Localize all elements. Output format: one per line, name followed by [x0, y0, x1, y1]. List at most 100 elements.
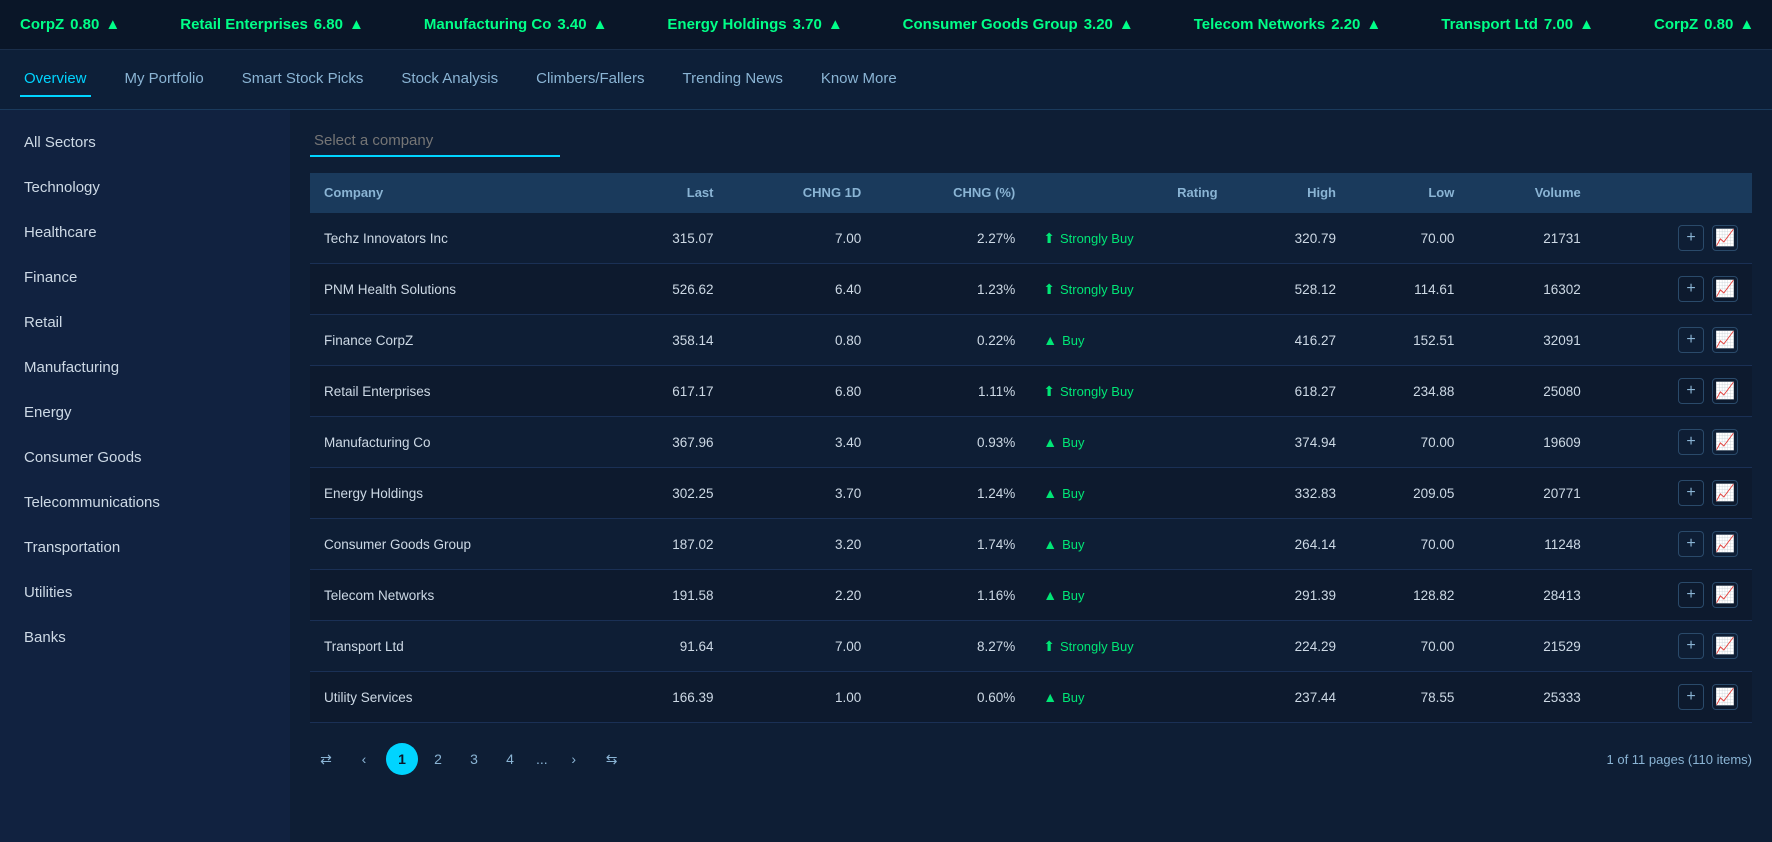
cell-company: Manufacturing Co [310, 417, 609, 468]
sidebar-item-energy[interactable]: Energy [0, 390, 290, 435]
ticker-value: 0.80 [70, 16, 99, 33]
sidebar-item-healthcare[interactable]: Healthcare [0, 210, 290, 255]
cell-high: 374.94 [1232, 417, 1350, 468]
rating-icon: ▲ [1043, 587, 1057, 603]
cell-actions: + 📈 [1595, 672, 1752, 723]
chart-button[interactable]: 📈 [1712, 429, 1738, 455]
cell-chng1d: 7.00 [728, 621, 876, 672]
ticker-arrow: ▲ [105, 16, 120, 33]
cell-last: 166.39 [609, 672, 727, 723]
cell-last: 526.62 [609, 264, 727, 315]
sidebar-item-manufacturing[interactable]: Manufacturing [0, 345, 290, 390]
cell-chng1d: 7.00 [728, 213, 876, 264]
cell-low: 114.61 [1350, 264, 1468, 315]
sidebar-item-utilities[interactable]: Utilities [0, 570, 290, 615]
cell-high: 224.29 [1232, 621, 1350, 672]
cell-actions: + 📈 [1595, 417, 1752, 468]
nav-item-know-more[interactable]: Know More [817, 62, 901, 97]
chart-button[interactable]: 📈 [1712, 378, 1738, 404]
nav-item-overview[interactable]: Overview [20, 62, 91, 97]
cell-low: 70.00 [1350, 417, 1468, 468]
page-number-2[interactable]: 2 [422, 743, 454, 775]
page-next-button[interactable]: › [558, 743, 590, 775]
sidebar-item-finance[interactable]: Finance [0, 255, 290, 300]
nav-item-climbers/fallers[interactable]: Climbers/Fallers [532, 62, 648, 97]
chart-button[interactable]: 📈 [1712, 327, 1738, 353]
col-high: High [1232, 173, 1350, 213]
cell-chngpct: 1.23% [875, 264, 1029, 315]
chart-button[interactable]: 📈 [1712, 480, 1738, 506]
search-input[interactable] [310, 126, 560, 157]
chart-button[interactable]: 📈 [1712, 225, 1738, 251]
cell-company: Consumer Goods Group [310, 519, 609, 570]
rating-label: Buy [1062, 435, 1084, 450]
cell-high: 618.27 [1232, 366, 1350, 417]
cell-rating: ⬆ Strongly Buy [1029, 213, 1231, 264]
sidebar-item-banks[interactable]: Banks [0, 615, 290, 660]
sidebar-item-all-sectors[interactable]: All Sectors [0, 120, 290, 165]
nav-item-my-portfolio[interactable]: My Portfolio [121, 62, 208, 97]
cell-company: Telecom Networks [310, 570, 609, 621]
nav-bar: Overview My Portfolio Smart Stock Picks Sto… [0, 50, 1772, 110]
chart-button[interactable]: 📈 [1712, 633, 1738, 659]
cell-volume: 32091 [1468, 315, 1594, 366]
cell-actions: + 📈 [1595, 570, 1752, 621]
ticker-name: Transport Ltd [1441, 16, 1538, 33]
rating-icon: ▲ [1043, 485, 1057, 501]
rating-icon: ▲ [1043, 689, 1057, 705]
ticker-name: CorpZ [20, 16, 64, 33]
page-prev-button[interactable]: ‹ [348, 743, 380, 775]
add-button[interactable]: + [1678, 429, 1704, 455]
rating-label: Strongly Buy [1060, 282, 1134, 297]
cell-company: PNM Health Solutions [310, 264, 609, 315]
page-number-1[interactable]: 1 [386, 743, 418, 775]
cell-chng1d: 2.20 [728, 570, 876, 621]
add-button[interactable]: + [1678, 327, 1704, 353]
chart-button[interactable]: 📈 [1712, 531, 1738, 557]
cell-volume: 21731 [1468, 213, 1594, 264]
rating-label: Buy [1062, 486, 1084, 501]
cell-low: 234.88 [1350, 366, 1468, 417]
cell-rating: ▲ Buy [1029, 468, 1231, 519]
cell-chngpct: 1.11% [875, 366, 1029, 417]
add-button[interactable]: + [1678, 480, 1704, 506]
table-row: Energy Holdings 302.25 3.70 1.24% ▲ Buy … [310, 468, 1752, 519]
nav-item-stock-analysis[interactable]: Stock Analysis [397, 62, 502, 97]
rating-label: Buy [1062, 588, 1084, 603]
add-button[interactable]: + [1678, 378, 1704, 404]
rating-icon: ⬆ [1043, 230, 1055, 247]
cell-high: 320.79 [1232, 213, 1350, 264]
page-number-3[interactable]: 3 [458, 743, 490, 775]
sidebar-item-technology[interactable]: Technology [0, 165, 290, 210]
cell-volume: 20771 [1468, 468, 1594, 519]
add-button[interactable]: + [1678, 582, 1704, 608]
cell-low: 70.00 [1350, 621, 1468, 672]
sidebar-item-telecommunications[interactable]: Telecommunications [0, 480, 290, 525]
sidebar-item-retail[interactable]: Retail [0, 300, 290, 345]
table-row: Telecom Networks 191.58 2.20 1.16% ▲ Buy… [310, 570, 1752, 621]
cell-actions: + 📈 [1595, 519, 1752, 570]
page-first-button[interactable]: ⇄ [310, 743, 342, 775]
sidebar-item-consumer-goods[interactable]: Consumer Goods [0, 435, 290, 480]
add-button[interactable]: + [1678, 684, 1704, 710]
add-button[interactable]: + [1678, 225, 1704, 251]
cell-high: 291.39 [1232, 570, 1350, 621]
cell-actions: + 📈 [1595, 264, 1752, 315]
chart-button[interactable]: 📈 [1712, 684, 1738, 710]
add-button[interactable]: + [1678, 531, 1704, 557]
page-number-4[interactable]: 4 [494, 743, 526, 775]
ticker-value: 0.80 [1704, 16, 1733, 33]
ticker-name: Retail Enterprises [180, 16, 308, 33]
cell-volume: 25080 [1468, 366, 1594, 417]
cell-low: 128.82 [1350, 570, 1468, 621]
add-button[interactable]: + [1678, 276, 1704, 302]
cell-rating: ▲ Buy [1029, 315, 1231, 366]
add-button[interactable]: + [1678, 633, 1704, 659]
chart-button[interactable]: 📈 [1712, 582, 1738, 608]
rating-label: Buy [1062, 333, 1084, 348]
sidebar-item-transportation[interactable]: Transportation [0, 525, 290, 570]
chart-button[interactable]: 📈 [1712, 276, 1738, 302]
page-last-button[interactable]: ⇆ [596, 743, 628, 775]
nav-item-trending-news[interactable]: Trending News [679, 62, 787, 97]
nav-item-smart-stock-picks[interactable]: Smart Stock Picks [238, 62, 368, 97]
